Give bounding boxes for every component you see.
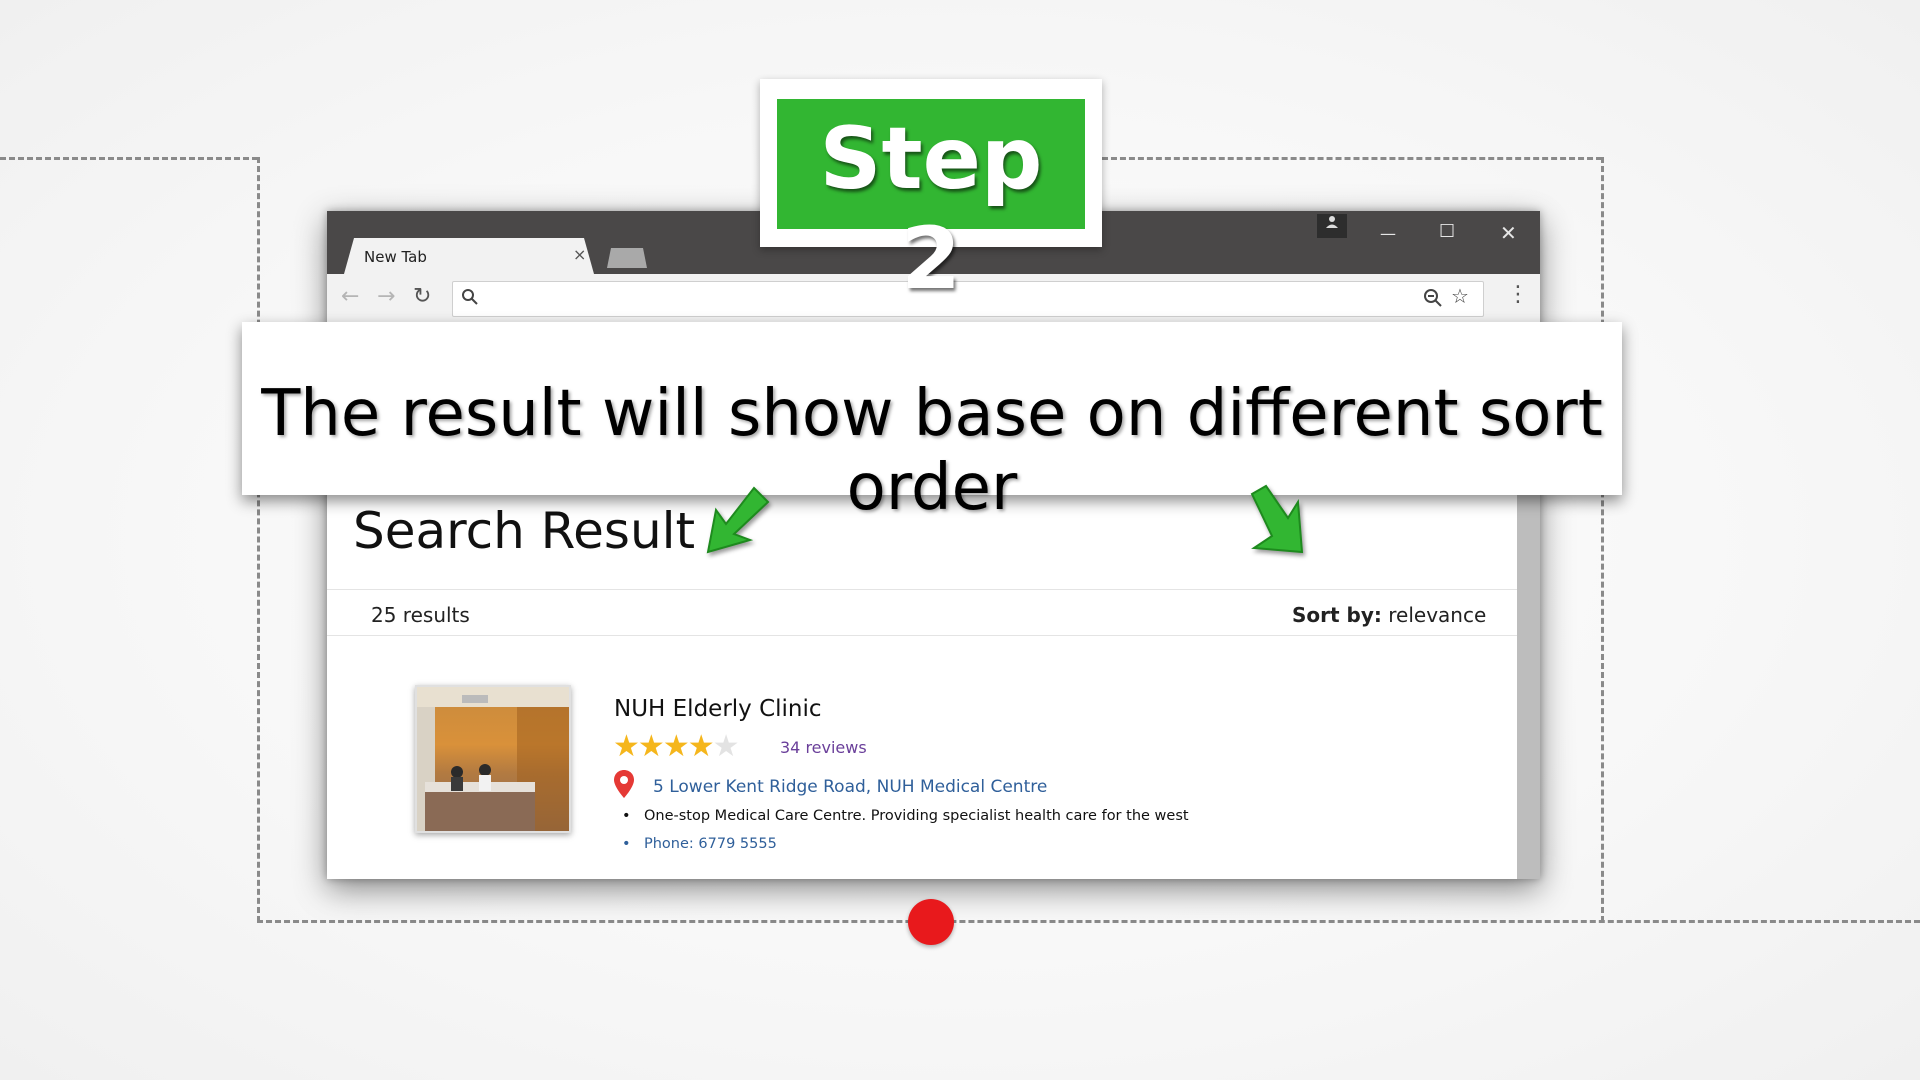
star-bookmark-icon[interactable]: ☆	[1451, 284, 1469, 308]
star-rating: ★★★★★	[613, 729, 740, 764]
phone-item[interactable]: • Phone: 6779 5555	[622, 836, 777, 852]
sort-label: Sort by:	[1292, 603, 1382, 627]
minimize-button[interactable]: —	[1380, 224, 1396, 243]
address-link[interactable]: 5 Lower Kent Ridge Road, NUH Medical Cen…	[653, 777, 1047, 797]
star-filled-icon: ★	[662, 729, 690, 764]
tab-close-icon[interactable]: ×	[573, 245, 586, 264]
instruction-banner: The result will show base on different s…	[242, 322, 1622, 525]
guide-line-right	[1601, 157, 1604, 922]
result-count: 25 results	[371, 603, 470, 627]
menu-icon[interactable]: ⋮	[1507, 282, 1529, 307]
reviews-link[interactable]: 34 reviews	[780, 738, 867, 757]
description-text: One-stop Medical Care Centre. Providing …	[644, 808, 1189, 824]
forward-icon[interactable]: →	[377, 284, 395, 309]
guide-line-top-left	[0, 157, 258, 160]
guide-line-bottom	[257, 920, 1920, 923]
instruction-text: The result will show base on different s…	[261, 377, 1603, 525]
star-filled-icon: ★	[613, 729, 640, 764]
tab-title: New Tab	[364, 248, 427, 266]
star-filled-icon: ★	[687, 729, 715, 764]
step-label-box: Step 2	[777, 99, 1085, 309]
browser-tab[interactable]: New Tab ×	[344, 238, 594, 274]
location-pin-icon	[613, 769, 635, 803]
arrow-down-left-icon	[706, 486, 770, 554]
record-dot-icon	[908, 899, 954, 945]
divider-top	[327, 589, 1517, 590]
clinic-thumbnail[interactable]	[415, 685, 571, 833]
star-filled-icon: ★	[637, 729, 665, 764]
clinic-name-link[interactable]: NUH Elderly Clinic	[614, 696, 822, 722]
search-icon	[461, 288, 479, 310]
close-button[interactable]: ✕	[1500, 221, 1517, 245]
phone-text[interactable]: Phone: 6779 5555	[644, 836, 777, 852]
guide-line-left	[257, 157, 260, 922]
step-label-frame: Step 2	[760, 79, 1102, 309]
guide-line-top-right	[1102, 157, 1602, 160]
sort-control[interactable]: Sort by: relevance	[1292, 603, 1486, 627]
profile-icon[interactable]	[1317, 214, 1347, 238]
browser-window: New Tab × — ☐ ✕ ← → ↻ ☆ ⋮ Search Result …	[327, 211, 1540, 879]
back-icon[interactable]: ←	[341, 284, 359, 309]
sort-value[interactable]: relevance	[1388, 603, 1486, 627]
arrow-down-right-icon	[1250, 484, 1304, 554]
new-tab-button[interactable]	[607, 248, 647, 268]
star-empty-icon: ★	[712, 729, 740, 764]
step-label: Step 2	[819, 109, 1043, 309]
maximize-button[interactable]: ☐	[1439, 221, 1455, 242]
divider-bottom	[327, 635, 1517, 636]
reload-icon[interactable]: ↻	[413, 284, 431, 309]
description-item: • One-stop Medical Care Centre. Providing…	[622, 808, 1189, 824]
zoom-icon[interactable]	[1423, 288, 1443, 312]
